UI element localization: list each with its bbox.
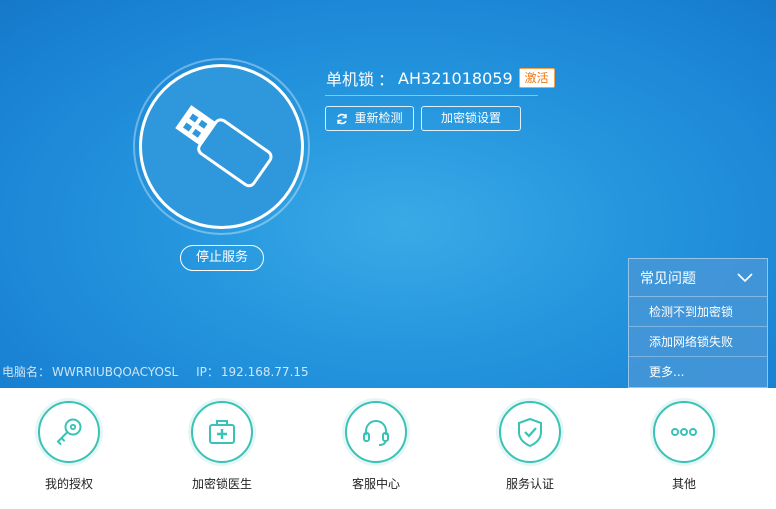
tool-circle-bg bbox=[35, 398, 103, 466]
key-icon bbox=[56, 418, 82, 445]
usb-key-icon bbox=[175, 105, 273, 188]
toolbar-label: 其他 bbox=[671, 477, 696, 491]
toolbar-support-center[interactable]: 客服中心 bbox=[321, 398, 431, 504]
stop-service-button[interactable]: 停止服务 bbox=[180, 245, 264, 271]
toolbar-other[interactable]: 其他 bbox=[629, 398, 739, 504]
toolbar-label: 服务认证 bbox=[505, 477, 554, 491]
faq-header[interactable]: 常见问题 bbox=[629, 259, 767, 297]
headset-icon bbox=[363, 420, 389, 446]
activate-badge[interactable]: 激活 bbox=[518, 68, 555, 88]
refresh-icon bbox=[337, 113, 348, 124]
toolbar-my-license[interactable]: 我的授权 bbox=[14, 398, 124, 504]
tool-circle bbox=[38, 401, 100, 463]
shield-check-icon bbox=[518, 417, 542, 448]
device-type-label: 单机锁 bbox=[326, 70, 375, 89]
toolbar-label: 客服中心 bbox=[351, 477, 400, 491]
recheck-label: 重新检测 bbox=[354, 111, 403, 125]
tool-circle bbox=[653, 401, 715, 463]
faq-item[interactable]: 检测不到加密锁 bbox=[629, 297, 767, 327]
toolbar-service-certification[interactable]: 服务认证 bbox=[475, 398, 585, 504]
faq-title: 常见问题 bbox=[640, 270, 696, 287]
tool-circle-bg bbox=[496, 398, 564, 466]
tool-circle bbox=[499, 401, 561, 463]
title-divider bbox=[325, 95, 538, 96]
pc-info: 电脑名： WWRRIUBQOACYOSL IP： 192.168.77.15 bbox=[2, 363, 311, 380]
lock-settings-button[interactable]: 加密锁设置 bbox=[421, 106, 521, 131]
chevron-down-icon bbox=[737, 272, 753, 282]
pc-name-value: WWRRIUBQOACYOSL bbox=[52, 365, 179, 379]
tool-circle bbox=[345, 401, 407, 463]
pc-name-label: 电脑名： bbox=[2, 365, 51, 379]
ip-value: 192.168.77.15 bbox=[220, 365, 309, 379]
toolbar-lock-doctor[interactable]: 加密锁医生 bbox=[167, 398, 277, 504]
tool-circle-bg bbox=[342, 398, 410, 466]
tool-circle-bg bbox=[188, 398, 256, 466]
toolbar-label: 我的授权 bbox=[44, 477, 93, 491]
ip-label: IP： bbox=[196, 365, 219, 379]
recheck-button[interactable]: 重新检测 bbox=[325, 106, 414, 131]
device-id: AH321018059 bbox=[398, 68, 513, 88]
faq-item-more[interactable]: 更多... bbox=[629, 357, 767, 387]
medical-kit-icon bbox=[209, 420, 235, 444]
tool-circle-bg bbox=[650, 398, 718, 466]
faq-panel: 常见问题 检测不到加密锁 添加网络锁失败 更多... bbox=[628, 258, 768, 388]
main-panel: 停止服务 单机锁 ： AH321018059 激活 重新检测 加密锁设置 电脑名… bbox=[0, 0, 776, 388]
bottom-toolbar: 我的授权 加密锁医生 客服中心 服务认证 其他 bbox=[0, 388, 776, 509]
more-dots-icon bbox=[671, 428, 697, 436]
toolbar-label: 加密锁医生 bbox=[191, 477, 252, 491]
device-title: 单机锁 ： AH321018059 激活 bbox=[326, 66, 555, 90]
faq-item[interactable]: 添加网络锁失败 bbox=[629, 327, 767, 357]
tool-circle bbox=[191, 401, 253, 463]
title-separator: ： bbox=[378, 70, 395, 89]
